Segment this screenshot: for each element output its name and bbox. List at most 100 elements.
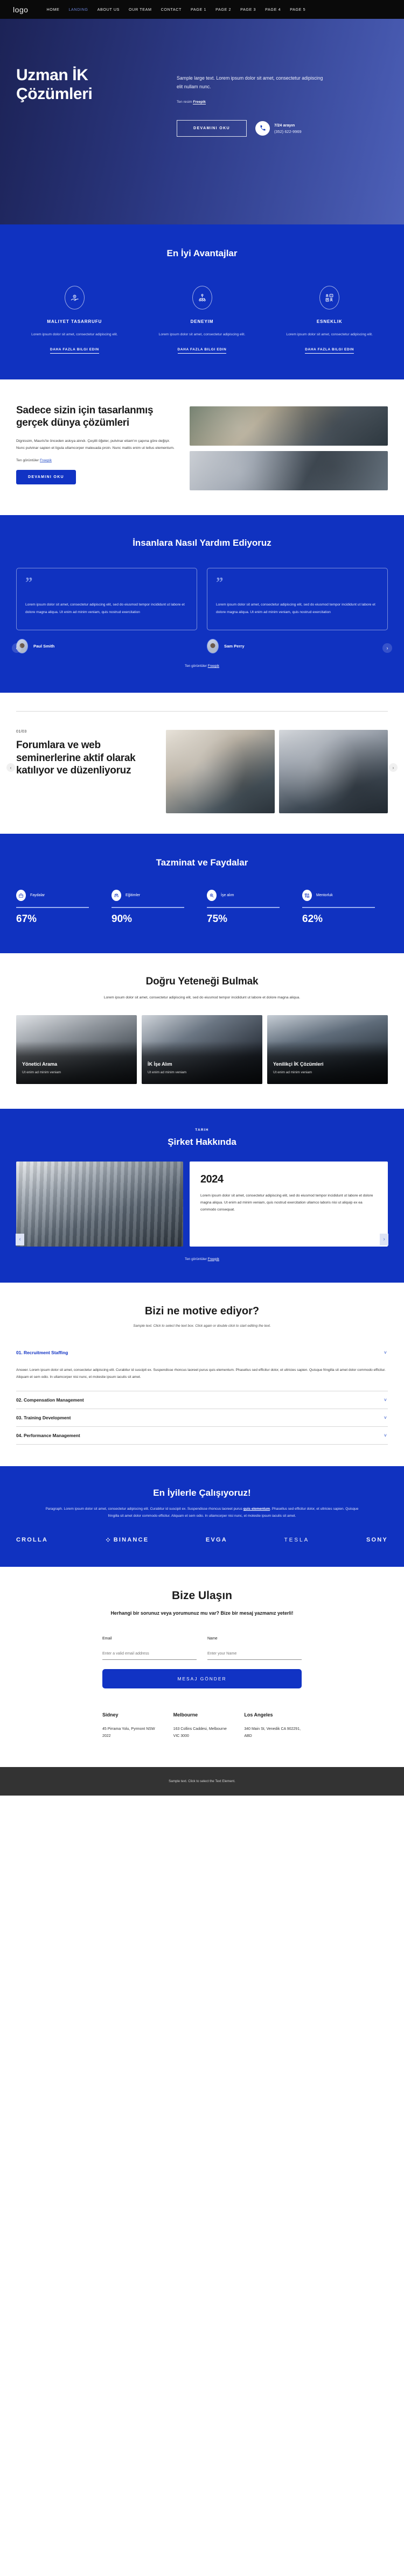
nav-item-page-1[interactable]: PAGE 1 bbox=[191, 7, 206, 12]
about-year: 2024 bbox=[200, 1173, 224, 1185]
hero-credit-link[interactable]: Freepik bbox=[193, 100, 206, 104]
forum-slide-counter: 01/03 bbox=[16, 730, 27, 734]
contact-subtitle: Herhangi bir sorunuz veya yorumunuz mu v… bbox=[110, 1610, 294, 1616]
chevron-right-icon[interactable]: › bbox=[389, 763, 398, 772]
testimonials-credit-link[interactable]: Freepik bbox=[208, 664, 219, 668]
hero-subtitle: Sample large text. Lorem ipsum dolor sit… bbox=[177, 75, 323, 90]
hand-coin-icon bbox=[64, 286, 85, 309]
testimonials-credit: Ten görüntüler Freepik bbox=[16, 664, 388, 668]
chevron-down-icon[interactable]: ˅ bbox=[384, 1350, 387, 1355]
hero-phone-block[interactable]: 7/24 arayın (352) 622-9969 bbox=[255, 121, 302, 136]
name-input[interactable] bbox=[207, 1650, 302, 1660]
accordion-item-compensation-management[interactable]: 02. Compensation Management ˅ bbox=[16, 1391, 388, 1409]
email-input[interactable] bbox=[102, 1650, 197, 1660]
about-credit: Ten görüntüler Freepik bbox=[16, 1257, 388, 1261]
about-credit-link[interactable]: Freepik bbox=[208, 1257, 219, 1261]
about-heading: Şirket Hakkında bbox=[168, 1136, 236, 1147]
talent-heading: Doğru Yeteneği Bulmak bbox=[145, 975, 259, 987]
faq-section: Bizi ne motive ediyor? Sample text. Clic… bbox=[0, 1283, 404, 1466]
accordion-header[interactable]: 03. Training Development ˅ bbox=[16, 1409, 388, 1426]
faq-heading: Bizi ne motive ediyor? bbox=[144, 1305, 260, 1317]
talent-card-innovative-hr[interactable]: Yenilikçi İK Çözümleri Ut enim ad minim … bbox=[267, 1015, 388, 1084]
advantage-learn-more-link[interactable]: DAHA FAZLA BILGI EDIN bbox=[305, 348, 354, 354]
hero-read-more-button[interactable]: DEVAMINI OKU bbox=[177, 119, 247, 137]
office-city: Sidney bbox=[102, 1712, 119, 1718]
stat-label: Faydalar bbox=[30, 893, 45, 898]
advantage-learn-more-link[interactable]: DAHA FAZLA BILGI EDIN bbox=[177, 348, 227, 354]
accordion-body: Answer. Lorem ipsum dolor sit amet, cons… bbox=[16, 1368, 386, 1380]
real-world-read-more-button[interactable]: DEVAMINI OKU bbox=[16, 470, 76, 485]
office-sidney: Sidney 45 Pirrama Yolu, Pyrmont NSW 2022 bbox=[102, 1712, 160, 1740]
mentor-icon bbox=[302, 890, 312, 902]
nav-item-contact[interactable]: CONTACT bbox=[161, 7, 182, 12]
phone-number[interactable]: (352) 622-9969 bbox=[274, 129, 302, 134]
talent-card-hr-recruitment[interactable]: İK İşe Alım Ut enim ad minim veniam bbox=[142, 1015, 262, 1084]
accordion-item-training-development[interactable]: 03. Training Development ˅ bbox=[16, 1409, 388, 1427]
nav-item-page-4[interactable]: PAGE 4 bbox=[265, 7, 281, 12]
name-label: Name bbox=[207, 1636, 218, 1641]
nav-item-page-2[interactable]: PAGE 2 bbox=[215, 7, 231, 12]
stat-value: 90% bbox=[112, 913, 133, 925]
accordion-title: 02. Compensation Management bbox=[16, 1397, 84, 1403]
stat-value: 67% bbox=[16, 913, 37, 925]
nav-item-our-team[interactable]: OUR TEAM bbox=[129, 7, 152, 12]
accordion-item-recruitment-staffing[interactable]: 01. Recruitment Staffing ˅ Answer. Lorem… bbox=[16, 1344, 388, 1391]
partners-paragraph-link[interactable]: quis elementum bbox=[243, 1507, 270, 1511]
nav-item-about-us[interactable]: ABOUT US bbox=[97, 7, 120, 12]
accordion-header[interactable]: 04. Performance Management ˅ bbox=[16, 1427, 388, 1444]
chevron-down-icon[interactable]: ˅ bbox=[384, 1433, 387, 1438]
send-message-button[interactable]: MESAJ GÖNDER bbox=[102, 1669, 302, 1688]
brand-logo-binance-label: BINANCE bbox=[113, 1537, 149, 1544]
about-credit-prefix: Ten görüntüler bbox=[185, 1257, 207, 1261]
real-world-solutions-section: Sadece sizin için tasarlanmış gerçek dün… bbox=[0, 379, 404, 515]
office-city: Los Angeles bbox=[244, 1712, 273, 1718]
advantage-card-flexibility: ESNEKLIK Lorem ipsum dolor sit amet, con… bbox=[271, 286, 388, 354]
real-world-credit-prefix: Ten görüntüler bbox=[16, 459, 39, 463]
advantage-text: Lorem ipsum dolor sit amet, consectetur … bbox=[31, 333, 118, 336]
chevron-right-icon[interactable]: › bbox=[382, 643, 392, 653]
real-world-credit: Ten görüntüler Freepik bbox=[16, 459, 178, 462]
accordion-title: 01. Recruitment Staffing bbox=[16, 1349, 68, 1355]
footer-text: Sample text. Click to select the Text El… bbox=[169, 1779, 235, 1783]
real-world-credit-link[interactable]: Freepik bbox=[40, 459, 52, 462]
chevron-down-icon[interactable]: ˅ bbox=[384, 1397, 387, 1403]
chevron-left-icon[interactable]: ‹ bbox=[12, 643, 22, 653]
talent-card-executive-search[interactable]: Yönetici Arama Ut enim ad minim veniam bbox=[16, 1015, 137, 1084]
brand-logo-tesla: TESLA bbox=[284, 1537, 310, 1543]
forum-section: 01/03 Forumlara ve web seminerlerine akt… bbox=[0, 693, 404, 834]
office-los-angeles: Los Angeles 340 Main St, Venedik CA 9022… bbox=[244, 1712, 302, 1740]
accordion-item-performance-management[interactable]: 04. Performance Management ˅ bbox=[16, 1427, 388, 1445]
partners-section: En İyilerle Çalışıyoruz! Paragraph. Lore… bbox=[0, 1466, 404, 1567]
nav-item-landing[interactable]: LANDING bbox=[68, 7, 88, 12]
forum-photo-1 bbox=[166, 730, 275, 814]
group-icon bbox=[112, 890, 121, 902]
chevron-down-icon[interactable]: ˅ bbox=[384, 1415, 387, 1420]
contact-section: Bize Ulaşın Herhangi bir sorunuz veya yo… bbox=[0, 1567, 404, 1766]
advantage-title: DENEYIM bbox=[190, 319, 214, 324]
site-logo[interactable]: logo bbox=[13, 5, 28, 14]
advantage-learn-more-link[interactable]: DAHA FAZLA BILGI EDIN bbox=[50, 348, 99, 354]
nav-item-home[interactable]: HOME bbox=[46, 7, 59, 12]
compensation-benefits-section: Tazminat ve Faydalar Faydalar 67% Eğitim… bbox=[0, 834, 404, 953]
advantage-card-experience: DENEYIM Lorem ipsum dolor sit amet, cons… bbox=[144, 286, 261, 354]
nav-links: HOME LANDING ABOUT US OUR TEAM CONTACT P… bbox=[46, 7, 305, 12]
testimonial-author: Sam Perry bbox=[207, 639, 388, 654]
phone-icon bbox=[255, 121, 270, 136]
nav-item-page-5[interactable]: PAGE 5 bbox=[290, 7, 305, 12]
testimonials-heading: İnsanlara Nasıl Yardım Ediyoruz bbox=[133, 537, 271, 548]
accordion-header[interactable]: 02. Compensation Management ˅ bbox=[16, 1391, 388, 1409]
chevron-left-icon[interactable]: ‹ bbox=[16, 1233, 24, 1245]
advantages-section: En İyi Avantajlar MALIYET TASARRUFU Lore… bbox=[0, 224, 404, 379]
chevron-left-icon[interactable]: ‹ bbox=[6, 763, 15, 772]
nav-item-page-3[interactable]: PAGE 3 bbox=[240, 7, 256, 12]
real-world-heading: Sadece sizin için tasarlanmış gerçek dün… bbox=[16, 404, 154, 428]
talent-card-text: Ut enim ad minim veniam bbox=[273, 1070, 312, 1074]
advantage-text: Lorem ipsum dolor sit amet, consectetur … bbox=[286, 333, 373, 336]
about-text: Lorem ipsum dolor sit amet, consectetur … bbox=[200, 1193, 373, 1212]
forum-heading: Forumlara ve web seminerlerine aktif ola… bbox=[16, 740, 136, 776]
real-world-photo-1 bbox=[190, 406, 388, 446]
accordion-header[interactable]: 01. Recruitment Staffing ˅ bbox=[16, 1344, 388, 1361]
chevron-right-icon[interactable]: › bbox=[380, 1233, 388, 1245]
office-melbourne: Melbourne 163 Collins Caddesi, Melbourne… bbox=[173, 1712, 231, 1740]
testimonial-text: Lorem ipsum dolor sit amet, consectetur … bbox=[25, 603, 185, 614]
